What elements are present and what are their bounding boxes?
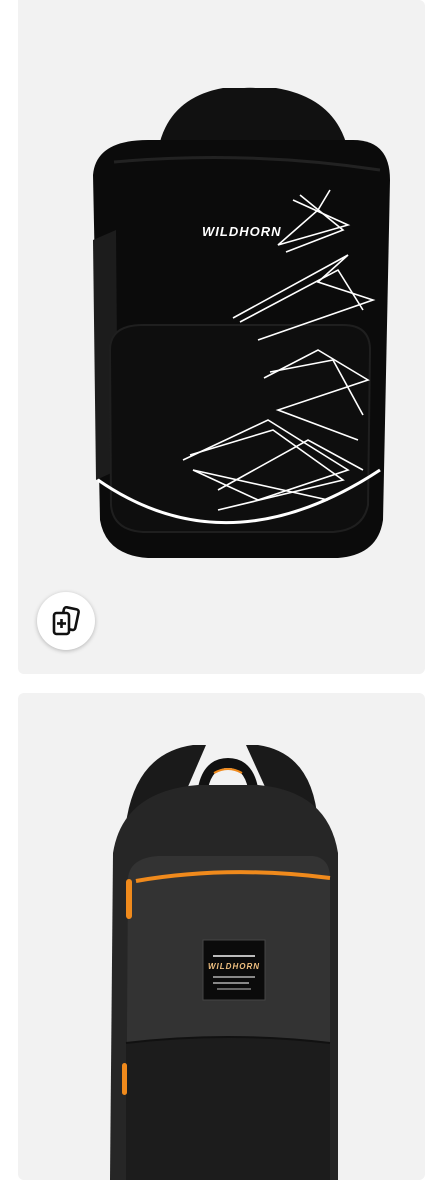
- add-to-compare-icon: [52, 605, 80, 636]
- brand-logo: WILDHORN: [208, 962, 260, 971]
- product-card-2[interactable]: WILDHORN: [18, 693, 425, 1180]
- product-image-grey-backpack[interactable]: WILDHORN: [18, 693, 425, 1180]
- product-image-black-backpack[interactable]: WILDHORN: [18, 0, 425, 674]
- brand-logo: WILDHORN: [202, 224, 282, 239]
- product-card-1[interactable]: WILDHORN: [18, 0, 425, 674]
- add-to-compare-button[interactable]: [37, 592, 95, 650]
